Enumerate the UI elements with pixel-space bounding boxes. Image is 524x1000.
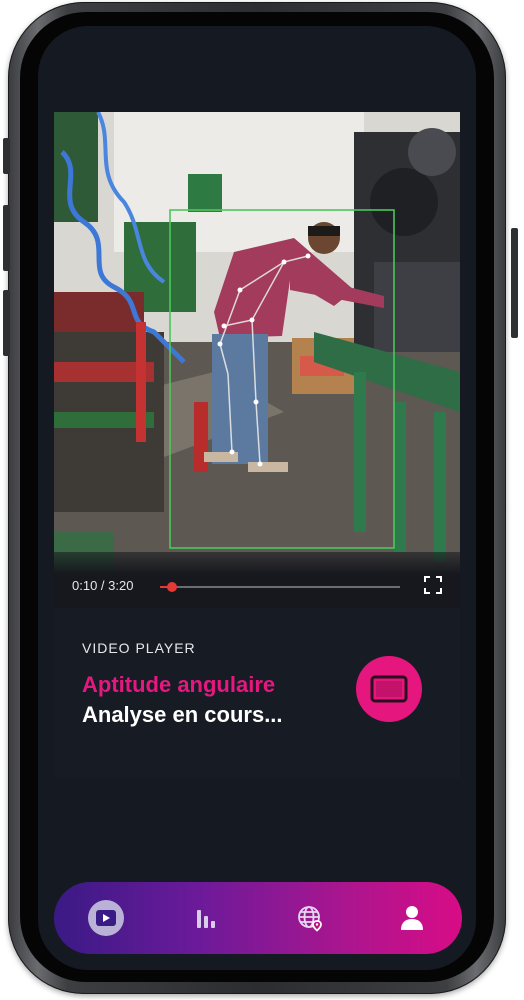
video-time-display: 0:10 / 3:20 [72,578,134,593]
fullscreen-icon[interactable] [424,576,442,594]
bottom-tab-bar [54,882,462,954]
volume-up-button [3,205,10,271]
tab-statistics[interactable] [186,898,226,938]
video-progress-bar[interactable] [160,582,400,592]
card-kicker: VIDEO PLAYER [82,640,196,656]
globe-location-icon [298,906,322,932]
video-play-icon [96,910,116,926]
power-button [511,228,518,338]
bar-chart-icon [197,910,215,928]
volume-down-button [3,290,10,356]
video-info-card: VIDEO PLAYER Aptitude angulaire Analyse … [54,608,460,778]
video-controls: 0:10 / 3:20 [54,552,460,608]
tab-profile[interactable] [392,898,432,938]
video-progress-handle[interactable] [167,582,177,592]
app-screen: 0:10 / 3:20 VIDEO PLAYER Aptitude angula… [38,26,476,970]
user-icon [401,906,423,930]
tab-video[interactable] [86,898,126,938]
analysis-status: Analyse en cours... [82,702,283,727]
video-player[interactable]: 0:10 / 3:20 [54,112,460,608]
mute-switch [3,138,10,174]
video-frame [54,112,460,608]
screen-mode-icon [370,675,408,703]
screen-mode-button[interactable] [356,656,422,722]
tab-video-active-indicator [88,900,124,936]
analysis-title: Aptitude angulaire [82,672,276,697]
tab-map[interactable] [290,898,330,938]
